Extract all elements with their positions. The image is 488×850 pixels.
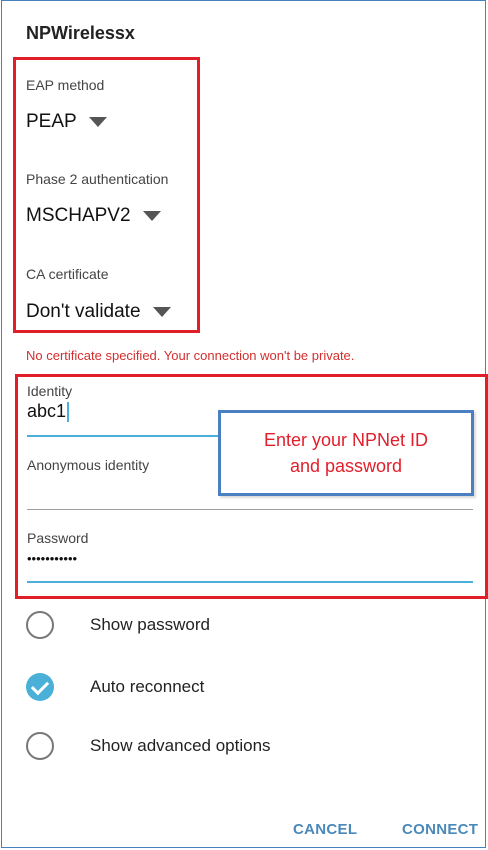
identity-label: Identity — [27, 383, 73, 399]
auto-reconnect-option[interactable]: Auto reconnect — [26, 673, 204, 701]
connect-button[interactable]: CONNECT — [402, 821, 478, 838]
callout-line-1: Enter your NPNet ID — [263, 430, 429, 450]
show-password-checkbox[interactable] — [26, 611, 54, 639]
text-cursor — [67, 401, 70, 422]
identity-value: abc1 — [27, 401, 67, 421]
password-input[interactable]: ••••••••••• — [27, 551, 77, 566]
eap-method-value: PEAP — [26, 111, 77, 132]
callout-line-2: and password — [289, 456, 403, 476]
show-password-option[interactable]: Show password — [26, 611, 210, 639]
certificate-warning: No certificate specified. Your connectio… — [26, 348, 355, 363]
phase2-label: Phase 2 authentication — [26, 171, 169, 187]
show-password-label: Show password — [90, 615, 211, 634]
identity-input[interactable]: abc1 — [27, 401, 70, 422]
dropdown-arrow-icon — [152, 307, 171, 317]
anonymous-identity-underline — [27, 509, 473, 510]
show-advanced-checkbox[interactable] — [26, 732, 54, 760]
instruction-callout: Enter your NPNet ID and password — [218, 410, 474, 496]
eap-settings-highlight — [13, 57, 200, 333]
eap-method-label: EAP method — [26, 77, 105, 93]
phase2-value: MSCHAPV2 — [26, 205, 131, 226]
ca-certificate-value: Don't validate — [26, 301, 141, 322]
ca-certificate-dropdown[interactable]: Don't validate — [26, 301, 171, 323]
eap-method-dropdown[interactable]: PEAP — [26, 111, 107, 133]
phase2-dropdown[interactable]: MSCHAPV2 — [26, 205, 161, 227]
dropdown-arrow-icon — [88, 117, 107, 127]
auto-reconnect-label: Auto reconnect — [90, 677, 205, 696]
dropdown-arrow-icon — [142, 211, 161, 221]
auto-reconnect-checkbox[interactable] — [26, 673, 54, 701]
network-title: NPWirelessx — [26, 23, 135, 43]
ca-certificate-label: CA certificate — [26, 266, 109, 282]
anonymous-identity-label: Anonymous identity — [27, 457, 150, 473]
show-advanced-option[interactable]: Show advanced options — [26, 732, 271, 760]
dialog-frame: NPWirelessx EAP method PEAP Phase 2 auth… — [1, 0, 488, 848]
cancel-button[interactable]: CANCEL — [293, 821, 357, 838]
password-value: ••••••••••• — [27, 551, 78, 566]
show-advanced-label: Show advanced options — [90, 736, 271, 755]
identity-underline — [27, 435, 227, 437]
password-label: Password — [27, 530, 89, 546]
password-underline — [27, 581, 473, 583]
